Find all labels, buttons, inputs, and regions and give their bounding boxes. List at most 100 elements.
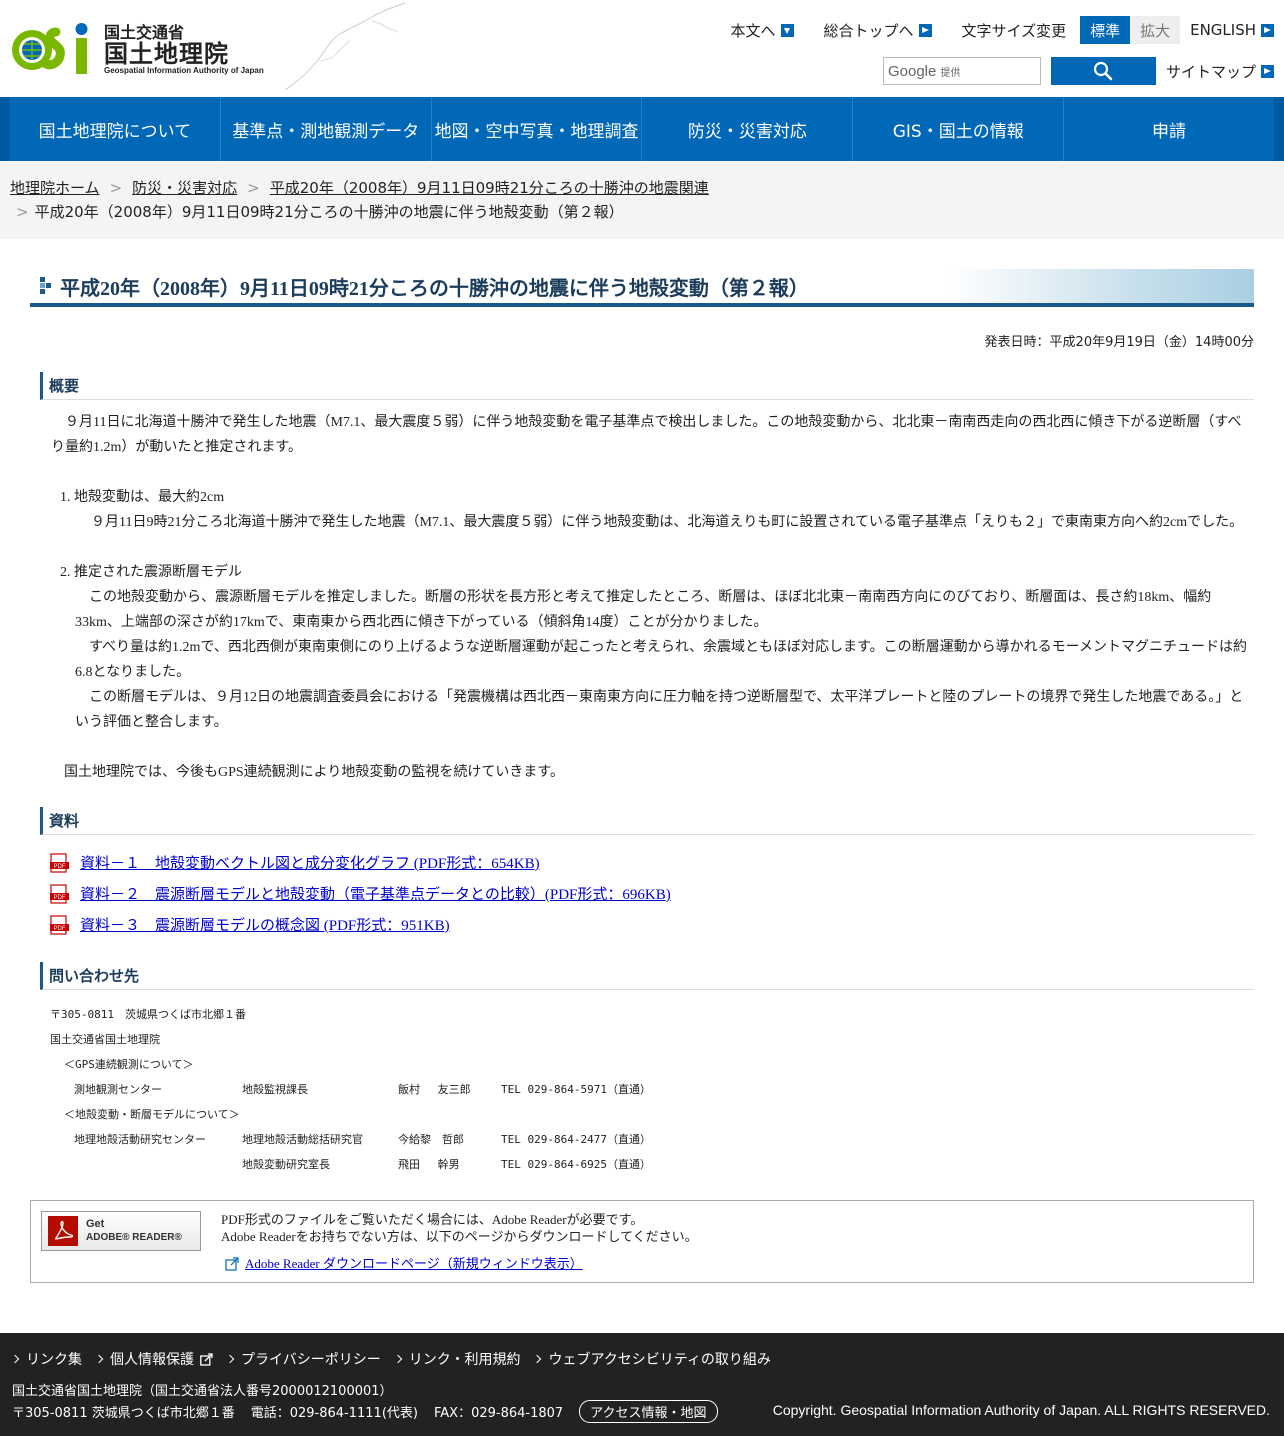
resource-list: PDF 資料－１ 地殻変動ベクトル図と成分変化グラフ (PDF形式：654KB)… — [50, 847, 1254, 940]
font-size-standard-button[interactable]: 標準 — [1080, 16, 1131, 44]
chevron-right-icon — [533, 1354, 542, 1364]
contact-name: 飛田 幹男 — [398, 1158, 460, 1171]
contact-name: 飯村 友三郎 — [398, 1083, 471, 1096]
resource-item: PDF 資料－１ 地殻変動ベクトル図と成分変化グラフ (PDF形式：654KB) — [50, 847, 1254, 878]
sitemap-link[interactable]: サイトマップ — [1166, 61, 1274, 82]
footer-address: 〒305-0811 茨城県つくば市北郷１番 — [12, 1405, 235, 1421]
footer-link-privacy-protection[interactable]: 個人情報保護 — [94, 1349, 213, 1369]
section-resources-heading: 資料 — [40, 807, 1254, 835]
publish-date: 発表日時：平成20年9月19日（金）14時00分 — [984, 335, 1254, 350]
skip-to-content-link[interactable]: 本文へ — [731, 20, 794, 41]
contact-name: 今給黎 哲郎 — [398, 1133, 464, 1146]
resource-link-3[interactable]: 資料－３ 震源断層モデルの概念図 (PDF形式：951KB) — [80, 914, 450, 935]
access-info-button[interactable]: アクセス情報・地図 — [579, 1399, 718, 1423]
contact-row: 地理地殻活動研究センター 地理地殻活動総括研究官 今給黎 哲郎 TEL 029-… — [50, 1127, 1254, 1152]
contact-title: 地理地殻活動総括研究官 — [242, 1133, 363, 1146]
section-summary-heading: 概要 — [40, 372, 1254, 400]
footer-address-row: 〒305-0811 茨城県つくば市北郷１番 電話：029-864-1111(代表… — [12, 1399, 718, 1423]
gnav-about[interactable]: 国土地理院について — [10, 97, 221, 161]
adobe-text: PDF形式のファイルをご覧いただく場合には、Adobe Readerが必要です。… — [221, 1211, 698, 1272]
get-adobe-reader-badge[interactable]: Get ADOBE® READER® — [41, 1211, 201, 1251]
gnav-maps-photos[interactable]: 地図・空中写真・地理調査 — [432, 97, 643, 161]
footer-fax: FAX：029-864-1807 — [433, 1405, 564, 1421]
item2-title: 2. 推定された震源断層モデル — [60, 565, 242, 580]
english-link[interactable]: ENGLISH — [1190, 21, 1274, 39]
pdf-icon: PDF — [50, 852, 69, 873]
contact-tel: TEL 029-864-2477（直通） — [501, 1133, 651, 1146]
logo-org-en: Geospatial Information Authority of Japa… — [104, 65, 264, 75]
resource-link-2[interactable]: 資料－２ 震源断層モデルと地殻変動（電子基準点データとの比較）(PDF形式：69… — [80, 883, 671, 904]
logo-text: 国土交通省 国土地理院 Geospatial Information Autho… — [104, 24, 264, 75]
arrow-right-icon — [918, 23, 932, 37]
japan-map-decoration — [284, 2, 406, 91]
contact-dept: 地理地殻活動研究センター — [74, 1133, 206, 1146]
item2-paragraph-3: この断層モデルは、９月12日の地震調査委員会における「発震機構は西北西－東南東方… — [75, 690, 1244, 730]
site-logo[interactable]: 国土交通省 国土地理院 Geospatial Information Autho… — [10, 20, 290, 80]
chevron-right-icon — [225, 1354, 235, 1364]
contact-dept — [50, 1152, 242, 1177]
breadcrumb-separator: > — [109, 179, 123, 197]
resource-item: PDF 資料－２ 震源断層モデルと地殻変動（電子基準点データとの比較）(PDF形… — [50, 878, 1254, 909]
gnav-gis[interactable]: GIS・国土の情報 — [853, 97, 1065, 161]
breadcrumb-separator: > — [16, 203, 29, 221]
global-nav: 国土地理院について 基準点・測地観測データ 地図・空中写真・地理調査 防災・災害… — [0, 97, 1284, 161]
font-size-large-button[interactable]: 拡大 — [1130, 16, 1181, 44]
logo-org-main: 国土地理院 — [104, 39, 229, 68]
search-button[interactable] — [1050, 57, 1156, 85]
breadcrumb-home[interactable]: 地理院ホーム — [10, 176, 100, 200]
gnav-disaster[interactable]: 防災・災害対応 — [642, 97, 854, 161]
footer-link-terms[interactable]: リンク・利用規約 — [393, 1349, 521, 1369]
footer-link-label: プライバシーポリシー — [241, 1352, 381, 1368]
search-input[interactable]: Google 提供 — [882, 57, 1041, 85]
adobe-line-2: Adobe Readerをお持ちでない方は、以下のページからダウンロードしてくだ… — [221, 1229, 698, 1244]
section-contact-heading: 問い合わせ先 — [40, 962, 1254, 990]
footer-link-links[interactable]: リンク集 — [10, 1349, 82, 1369]
footer-links: リンク集 個人情報保護 プライバシーポリシー リンク・利用規約 ウェブアクセシビ… — [10, 1349, 785, 1369]
main-content: 平成20年（2008年）9月11日09時21分ころの十勝沖の地震に伴う地殻変動（… — [30, 269, 1254, 1177]
footer-link-label: リンク集 — [26, 1352, 82, 1368]
footer-phone: 電話：029-864-1111(代表) — [250, 1405, 418, 1421]
breadcrumb-separator: > — [247, 179, 260, 197]
summary-text: ９月11日に北海道十勝沖で発生した地震（M7.1、最大震度５弱）に伴う地殻変動を… — [51, 415, 1242, 455]
breadcrumb-related[interactable]: 平成20年（2008年）9月11日09時21分ころの十勝沖の地震関連 — [270, 176, 709, 200]
item2-paragraph-1: この地殻変動から、震源断層モデルを推定しました。断層の形状を長方形と考えて推定し… — [75, 590, 1212, 630]
sitemap-label: サイトマップ — [1165, 62, 1256, 81]
google-provided: 提供 — [940, 67, 961, 79]
gnav-applications[interactable]: 申請 — [1064, 97, 1274, 161]
footer-link-label: リンク・利用規約 — [408, 1352, 521, 1368]
item1-body: ９月11日9時21分ころ北海道十勝沖で発生した地震（M7.1、最大震度５弱）に伴… — [91, 515, 1244, 530]
chevron-right-icon — [393, 1354, 402, 1364]
adobe-download-link[interactable]: Adobe Reader ダウンロードページ（新規ウィンドウ表示） — [245, 1255, 583, 1272]
breadcrumb-disaster[interactable]: 防災・災害対応 — [132, 176, 237, 200]
search-bar: Google 提供 サイトマップ — [882, 57, 1274, 85]
portal-top-link[interactable]: 総合トップへ — [824, 20, 932, 41]
gsi-logo-icon — [12, 23, 88, 74]
chevron-right-icon — [94, 1354, 104, 1364]
contact-title: 地殻監視課長 — [242, 1083, 308, 1096]
item1-title: 1. 地殻変動は、最大約2cm — [60, 490, 225, 505]
contact-tel: TEL 029-864-5971（直通） — [501, 1083, 651, 1096]
contact-row: 測地観測センター 地殻監視課長 飯村 友三郎 TEL 029-864-5971（… — [50, 1077, 1254, 1102]
page-title: 平成20年（2008年）9月11日09時21分ころの十勝沖の地震に伴う地殻変動（… — [60, 277, 809, 300]
contact-row: 地殻変動研究室長 飛田 幹男 TEL 029-864-6925（直通） — [50, 1152, 1254, 1177]
arrow-right-icon — [1261, 23, 1274, 37]
google-watermark: Google — [887, 62, 937, 80]
svg-text:PDF: PDF — [54, 926, 66, 932]
contact-tel: TEL 029-864-6925（直通） — [501, 1158, 651, 1171]
arrow-down-icon — [780, 23, 794, 37]
resource-link-1[interactable]: 資料－１ 地殻変動ベクトル図と成分変化グラフ (PDF形式：654KB) — [80, 852, 540, 873]
contact-title: 地殻変動研究室長 — [242, 1158, 330, 1171]
footer-link-label: ウェブアクセシビリティの取り組み — [548, 1352, 771, 1368]
header-top-links: 本文へ 総合トップへ 文字サイズ変更 標準 拡大 ENGLISH — [731, 16, 1274, 44]
gnav-geodetic-data[interactable]: 基準点・測地観測データ — [221, 97, 432, 161]
title-marker-icon — [40, 277, 51, 294]
contact-address: 〒305-0811 茨城県つくば市北郷１番 — [50, 1008, 246, 1021]
copyright: Copyright. Geospatial Information Author… — [772, 1402, 1270, 1418]
chevron-right-icon — [10, 1354, 20, 1364]
english-label: ENGLISH — [1190, 21, 1256, 39]
adobe-badge-get: Get — [86, 1218, 105, 1230]
adobe-badge-reader: ADOBE® READER® — [86, 1232, 182, 1243]
footer-link-accessibility[interactable]: ウェブアクセシビリティの取り組み — [533, 1349, 771, 1369]
footer-link-privacy-policy[interactable]: プライバシーポリシー — [225, 1349, 381, 1369]
pdf-icon: PDF — [50, 914, 69, 935]
